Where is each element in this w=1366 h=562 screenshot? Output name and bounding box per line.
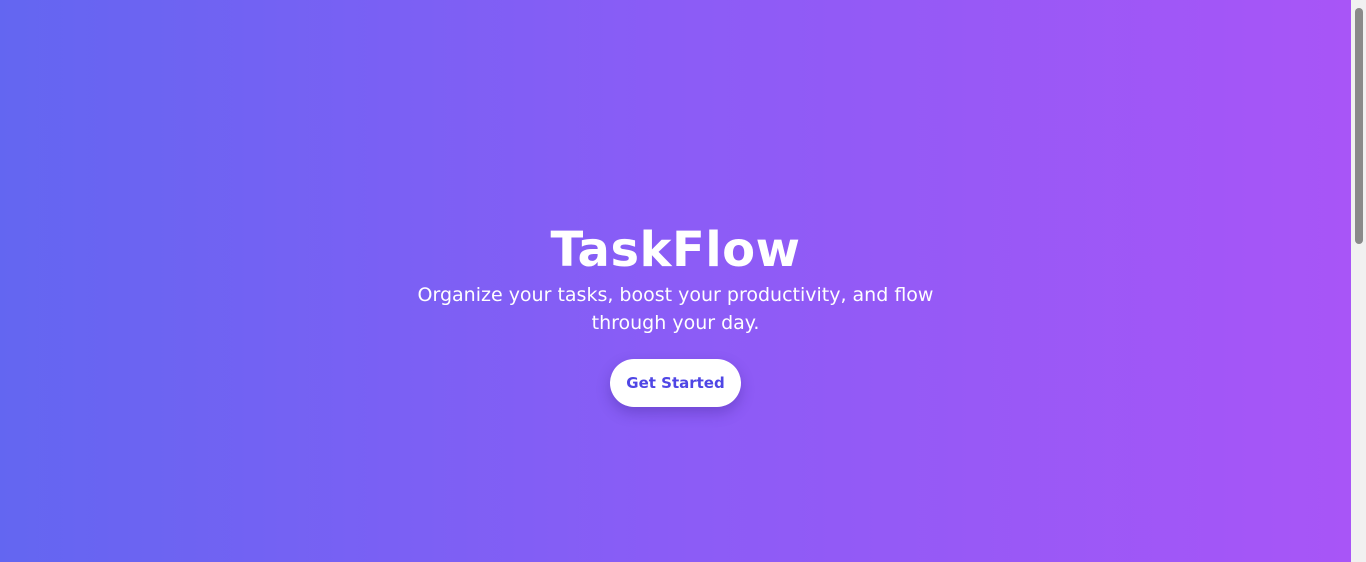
vertical-scrollbar[interactable] — [1351, 0, 1366, 562]
hero-section: TaskFlow Organize your tasks, boost your… — [0, 0, 1351, 562]
scrollbar-thumb[interactable] — [1355, 8, 1363, 244]
hero-tagline: Organize your tasks, boost your producti… — [417, 284, 934, 334]
hero-title: TaskFlow — [550, 222, 801, 278]
get-started-button[interactable]: Get Started — [610, 359, 741, 407]
